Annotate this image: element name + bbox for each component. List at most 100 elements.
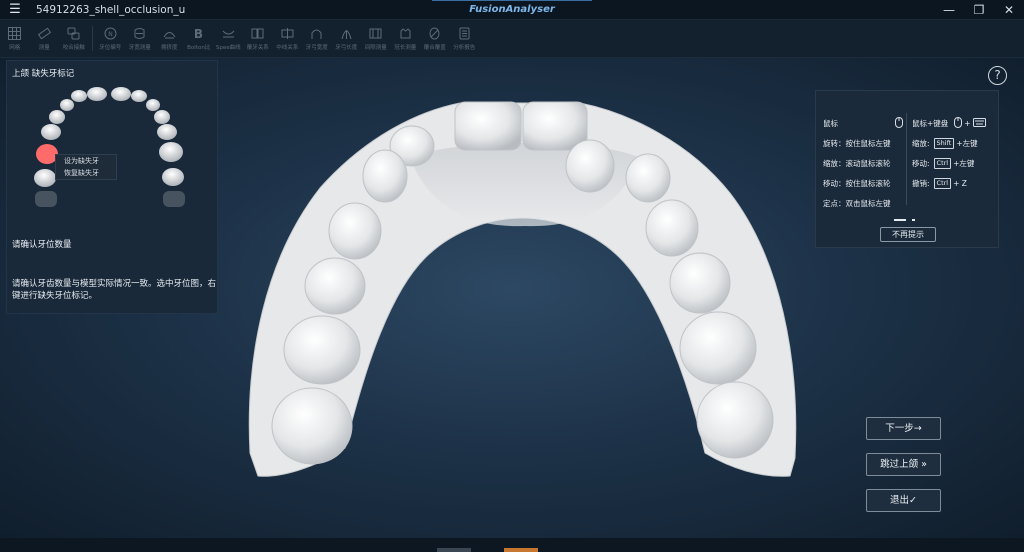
keyboard-help-undo: 撤销: Ctrl + Z — [912, 173, 986, 193]
report-icon — [457, 27, 471, 41]
keyboard-help-zoom: 缩放: Shift +左键 — [912, 133, 986, 153]
ctrl-key: Ctrl — [933, 157, 952, 169]
panel-title: 上颌 缺失牙标记 — [12, 69, 75, 79]
exit-button[interactable]: 退出✓ — [866, 489, 941, 512]
kb-row-label: 撤销: — [912, 178, 930, 188]
tool-report[interactable]: 分析报告 — [450, 20, 479, 57]
tooth-21 — [111, 87, 131, 101]
view-tab-upper[interactable] — [437, 548, 471, 552]
tooth-28-absent — [163, 191, 185, 207]
tool-occlusion[interactable]: 咬合接触 — [60, 20, 89, 57]
tool-label: 冠长测量 — [394, 44, 417, 51]
menu-item-restore-missing[interactable]: 恢复缺失牙 — [56, 167, 116, 179]
tooth-24 — [154, 110, 170, 124]
tool-label: 牙宽测量 — [128, 44, 151, 51]
tool-label: 网格 — [9, 44, 21, 51]
tool-crown-length[interactable]: 冠长测量 — [391, 20, 420, 57]
shift-key: Shift — [933, 137, 955, 149]
keyboard-help-column: 鼠标+键盘 + 缩放: Shift +左键 移动: Ctrl +左键 撤销: C… — [912, 113, 986, 193]
bottom-bar — [0, 538, 1024, 552]
tooth-26 — [159, 142, 183, 162]
context-menu: 设为缺失牙 恢复缺失牙 — [55, 154, 117, 180]
tool-label: 中线关系 — [276, 44, 299, 51]
menu-item-set-missing[interactable]: 设为缺失牙 — [56, 155, 116, 167]
tool-spee-curve[interactable]: Spee曲线 — [214, 20, 243, 57]
mouse-icon — [954, 116, 963, 130]
tool-tooth-number[interactable]: N 牙位编号 — [96, 20, 125, 57]
tool-crowding[interactable]: 拥挤度 — [155, 20, 184, 57]
tool-overjet[interactable]: 覆合覆盖 — [421, 20, 450, 57]
tool-label: Spee曲线 — [215, 44, 241, 51]
kb-row-label: 移动: — [912, 158, 930, 168]
svg-text:B: B — [194, 27, 203, 40]
dont-show-again-button[interactable]: 不再提示 — [880, 227, 936, 242]
overjet-icon — [428, 27, 442, 41]
file-name: 54912263_shell_occlusion_u — [36, 3, 186, 16]
tool-gap-measure[interactable]: 间隙测量 — [362, 20, 391, 57]
crown-length-icon — [398, 27, 412, 41]
keyboard-help-title: 鼠标+键盘 — [912, 118, 949, 128]
tool-tooth-width[interactable]: 牙宽测量 — [126, 20, 155, 57]
next-step-button[interactable]: 下一步→ — [866, 417, 941, 440]
minimize-icon[interactable]: — — [933, 0, 965, 20]
restore-icon[interactable]: ❐ — [963, 0, 995, 20]
tool-grid[interactable]: 网格 — [1, 20, 30, 57]
grid-icon — [8, 27, 22, 41]
bolton-icon: B — [192, 27, 206, 41]
midline-icon — [280, 27, 294, 41]
tooth-12 — [71, 90, 87, 102]
tooth-22 — [131, 90, 147, 102]
mouse-help-rotate: 旋转：按住鼠标左键 — [823, 138, 891, 148]
panel-heading: 请确认牙位数量 — [12, 240, 72, 250]
mouse-icon — [895, 116, 903, 130]
kb-row-suffix: + Z — [953, 178, 967, 188]
tool-arch-width[interactable]: 牙弓宽度 — [303, 20, 332, 57]
close-icon[interactable]: ✕ — [993, 0, 1024, 20]
tooth-27 — [162, 168, 184, 186]
mouse-help-zoom: 缩放：滚动鼠标滚轮 — [823, 158, 891, 168]
tool-overbite[interactable]: 覆牙关系 — [244, 20, 273, 57]
controls-help-panel: 鼠标 旋转：按住鼠标左键 缩放：滚动鼠标滚轮 移动：按住鼠标滚轮 定点：双击鼠标… — [815, 90, 999, 248]
tool-label: 牙位编号 — [99, 44, 122, 51]
tool-arch-length[interactable]: 牙弓长度 — [332, 20, 361, 57]
tool-label: 间隙测量 — [364, 44, 387, 51]
tool-label: 拥挤度 — [160, 44, 178, 51]
tool-bolton[interactable]: B Bolton比 — [185, 20, 214, 57]
tool-label: 分析报告 — [453, 44, 476, 51]
hamburger-icon[interactable]: ☰ — [0, 0, 30, 20]
question-icon[interactable]: ? — [988, 66, 1007, 85]
svg-text:N: N — [108, 31, 113, 38]
3d-viewport[interactable]: 上颌 缺失牙标记 设为缺失牙 恢复缺失牙 请确认牙位数量 请确认牙齿数量与模型实… — [0, 58, 1024, 538]
tool-label: 测量 — [38, 44, 50, 51]
ruler-icon — [37, 27, 51, 41]
view-tab-lower[interactable] — [504, 548, 538, 552]
tooth-18-absent — [35, 191, 57, 207]
tool-ruler[interactable]: 测量 — [30, 20, 59, 57]
skip-upper-jaw-button[interactable]: 跳过上颌 » — [866, 453, 941, 476]
missing-tooth-panel: 上颌 缺失牙标记 设为缺失牙 恢复缺失牙 请确认牙位数量 请确认牙齿数量与模型实… — [6, 60, 218, 314]
tooth-23 — [146, 99, 160, 111]
title-bar: ☰ 54912263_shell_occlusion_u FusionAnaly… — [0, 0, 1024, 20]
gap-measure-icon — [369, 27, 383, 41]
toolbar-separator — [91, 26, 93, 51]
arch-length-icon — [339, 27, 353, 41]
arch-width-icon — [310, 27, 324, 41]
tool-label: 牙弓长度 — [335, 44, 358, 51]
occlusion-icon — [67, 27, 81, 41]
kb-row-label: 缩放: — [912, 138, 930, 148]
app-title: FusionAnalyser — [432, 0, 592, 20]
tooth-17 — [34, 169, 56, 187]
tooth-number-icon: N — [103, 27, 117, 41]
pagination-dots[interactable] — [894, 218, 924, 222]
panel-instructions: 请确认牙齿数量与模型实际情况一致。选中牙位图，右键进行缺失牙位标记。 — [12, 279, 217, 301]
tooth-14 — [49, 110, 65, 124]
tool-label: 覆牙关系 — [246, 44, 269, 51]
tool-midline[interactable]: 中线关系 — [273, 20, 302, 57]
tool-label: 牙弓宽度 — [305, 44, 328, 51]
help-divider — [906, 113, 907, 205]
kb-row-suffix: +左键 — [956, 138, 978, 148]
tool-label: 咬合接触 — [62, 44, 85, 51]
tooth-width-icon — [133, 27, 147, 41]
mouse-help-pan: 移动：按住鼠标滚轮 — [823, 178, 891, 188]
mouse-help-point: 定点：双击鼠标左键 — [823, 198, 891, 208]
